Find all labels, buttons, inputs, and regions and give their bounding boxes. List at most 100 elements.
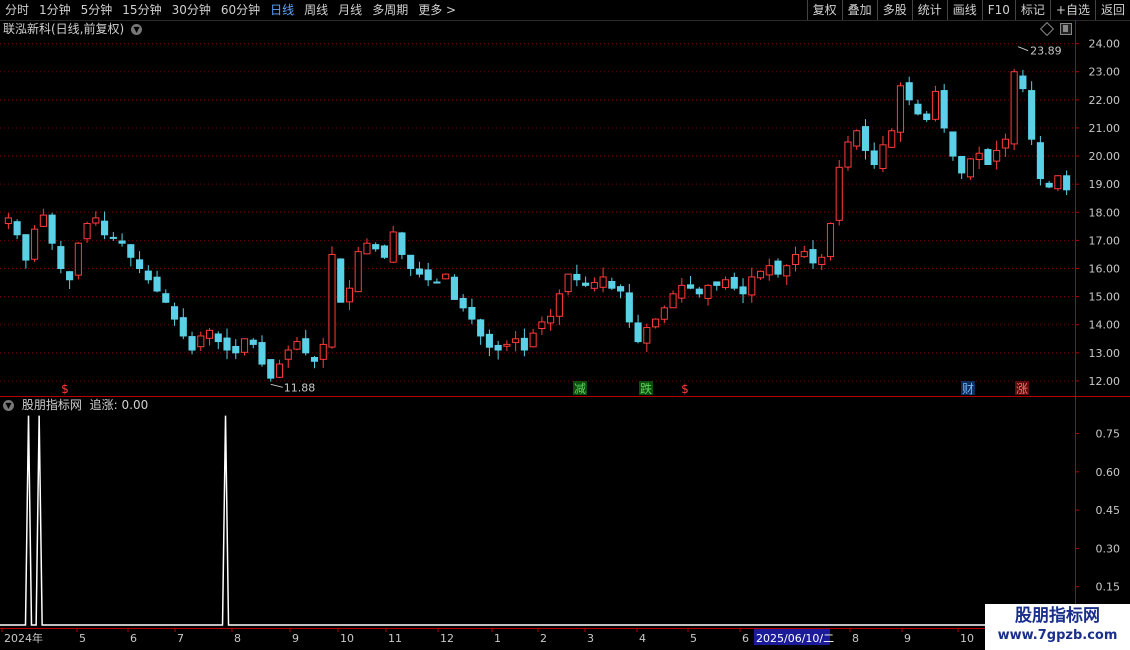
candle-body [835,166,843,221]
candle-body [380,245,389,258]
candle-body [118,240,126,244]
candle-body [22,234,30,261]
candle-body [573,273,581,281]
candle-body [818,256,826,266]
candle-body [170,306,179,320]
candle-body [337,258,345,303]
candle-body [39,214,47,227]
time-tick-label: 8 [234,632,241,645]
time-tick-label: 8 [852,632,859,645]
time-tick-label: 4 [639,632,646,645]
candle-body [267,359,275,379]
candle-body [240,338,249,353]
candle-body [179,317,187,337]
candle-body [529,332,537,348]
candle-body [686,284,695,289]
stock-chart[interactable]: 12.00 13.00 14.00 15.00 16.00 17.00 18.00 19.00… [0,0,1130,650]
candle-body [258,342,266,365]
candle-body [520,337,528,351]
candle-body [310,357,319,362]
candle-body [809,249,817,264]
candle-body [765,265,773,276]
candle-body [1045,182,1053,188]
candle-body [704,284,712,299]
candle-body [433,281,441,284]
candle-body [713,281,721,286]
candle-body [861,126,870,151]
candle-body [503,343,511,347]
candle-body [678,284,686,299]
candle-body [660,307,668,320]
candle-body [127,244,135,258]
candle-body [896,85,905,133]
max-marker-pointer [1017,46,1029,52]
candle-body [905,82,913,101]
candle-body [442,273,450,280]
candle-body [13,221,21,236]
price-tick-label: 23.00 [1089,66,1121,79]
candle-body [328,253,336,348]
time-tick-label: 9 [904,632,911,645]
candle-body [188,336,196,351]
time-tick-label: 12 [440,632,454,645]
candle-body [232,345,240,354]
event-marker: 财 [962,382,974,396]
candle-body [739,286,747,295]
candle-body [564,273,572,293]
candle-body [31,228,39,260]
candle-body [477,319,485,337]
time-tick-label: 3 [587,632,594,645]
candle-body [275,363,284,378]
time-tick-label: 10 [960,632,974,645]
candle-body [1019,75,1027,90]
time-tick-label: 6 [742,632,749,645]
candle-body [844,141,852,168]
candle-body [197,335,205,348]
candle-body [923,113,931,121]
event-marker: 跌 [640,381,652,396]
candle-body [914,103,922,115]
candle-body [590,282,598,289]
candle-body [223,337,231,351]
candle-body [83,223,91,240]
time-tick-label: 6 [130,632,137,645]
candle-body [284,349,292,360]
price-tick-label: 17.00 [1089,234,1121,247]
candle-body [415,268,423,275]
candle-body [888,130,896,148]
event-marker: 涨 [1016,381,1028,396]
time-tick-label: 11 [388,632,402,645]
candle-body [1063,175,1071,191]
candle-body [940,90,948,129]
candle-body [424,269,432,281]
candle-body [205,329,214,339]
event-marker: $ [61,382,69,396]
candle-body [826,223,835,258]
indicator-tick-label: 0.75 [1096,428,1121,441]
candle-body [4,217,12,225]
highlighted-date-label: 2025/06/10/二 [756,632,834,645]
candle-body [450,276,458,300]
candle-body [695,288,703,295]
candle-body [293,341,301,350]
candle-body [363,242,371,255]
candle-body [485,333,493,348]
candle-body [1054,175,1062,190]
time-tick-label: 5 [79,632,86,645]
candle-body [774,260,782,275]
max-marker-label: 23.89 [1030,45,1062,58]
watermark: 股朋指标网 www.7gpzb.com [985,604,1130,650]
candle-body [101,220,109,236]
candle-body [966,158,974,178]
candle-body [468,306,476,320]
candle-body [879,144,887,170]
candle-body [538,321,546,330]
candle-body [459,297,467,309]
candle-body [1028,90,1036,140]
candle-body [975,152,983,161]
candle-body [66,271,74,281]
price-tick-label: 15.00 [1089,291,1121,304]
candle-body [1010,71,1018,145]
candle-body [993,149,1001,162]
candle-body [144,270,152,281]
